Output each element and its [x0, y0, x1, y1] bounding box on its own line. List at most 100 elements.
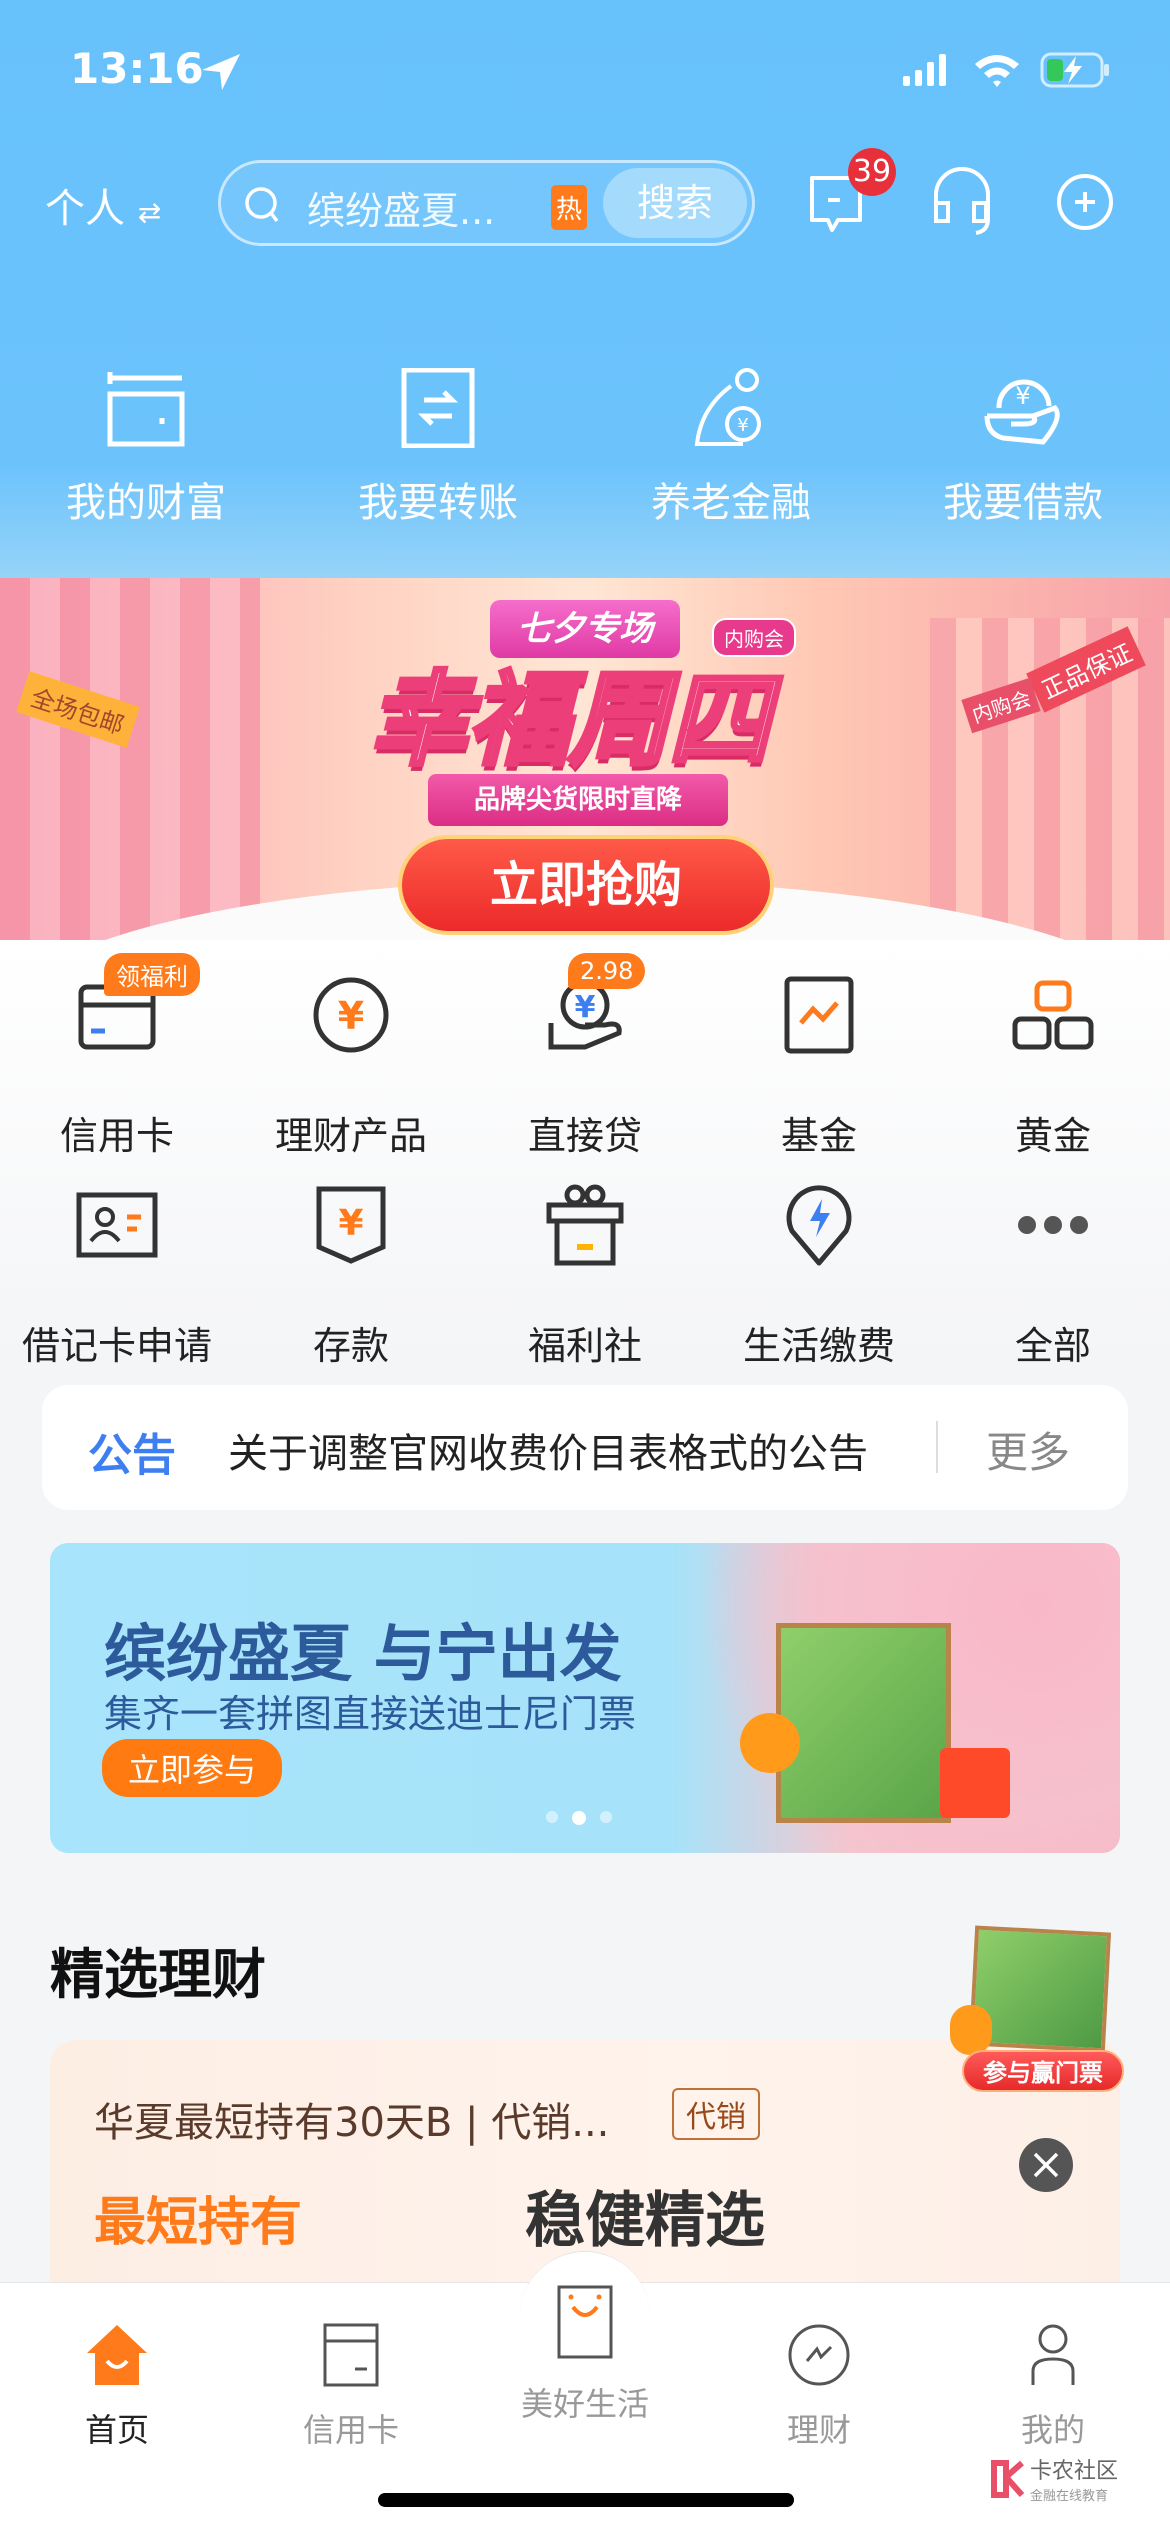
- notice-bar[interactable]: 公告 关于调整官网收费价目表格式的公告 更多: [42, 1385, 1128, 1510]
- carousel-dot-active[interactable]: [572, 1811, 586, 1825]
- hero-cta-button[interactable]: 立即抢购: [398, 835, 774, 935]
- location-arrow-icon: [202, 54, 240, 90]
- tab-good-life[interactable]: 美好生活: [468, 2285, 702, 2425]
- search-icon: [245, 187, 279, 223]
- promo-banner[interactable]: 缤纷盛夏 与宁出发 集齐一套拼图直接送迪士尼门票 立即参与: [50, 1543, 1120, 1853]
- service-label: 存款: [312, 1324, 389, 1368]
- service-gold[interactable]: 黄金: [936, 965, 1170, 1160]
- mascot-thumbnail: [950, 2005, 992, 2055]
- service-label: 生活缴费: [742, 1324, 895, 1368]
- service-deposit[interactable]: ¥ 存款: [234, 1175, 468, 1370]
- notice-label: 公告: [88, 1430, 176, 1481]
- message-count-badge: 39: [848, 148, 896, 196]
- tab-wealth[interactable]: 理财: [702, 2323, 936, 2451]
- svg-text:¥: ¥: [338, 1203, 363, 1244]
- headset-icon[interactable]: [930, 165, 994, 237]
- home-indicator: [378, 2493, 794, 2507]
- service-label: 信用卡: [59, 1114, 174, 1158]
- quick-action-wealth[interactable]: 我的财富: [0, 368, 292, 528]
- service-debit-card[interactable]: 借记卡申请: [0, 1175, 234, 1370]
- service-label: 黄金: [1014, 1114, 1091, 1158]
- tab-home[interactable]: 首页: [0, 2323, 234, 2451]
- message-button[interactable]: 39: [808, 148, 896, 244]
- service-label: 全部: [1014, 1324, 1091, 1368]
- deposit-icon: ¥: [316, 1186, 386, 1264]
- service-label: 直接贷: [527, 1114, 642, 1158]
- building-illustration: [0, 578, 260, 958]
- gold-bars-icon: [1012, 980, 1094, 1050]
- service-utilities[interactable]: 生活缴费: [702, 1175, 936, 1370]
- quick-action-label: 养老金融: [651, 480, 811, 526]
- gift-illustration: [940, 1748, 1010, 1818]
- loan-icon: ¥: [984, 379, 1060, 445]
- quick-action-label: 我的财富: [66, 480, 226, 526]
- service-all[interactable]: 全部: [936, 1175, 1170, 1370]
- floating-activity-widget[interactable]: 参与赢门票: [950, 1925, 1130, 2095]
- watermark-sub: 金融在线教育: [1030, 2489, 1109, 2504]
- account-label: 个人: [45, 186, 125, 232]
- shopping-bag-icon: [557, 2285, 613, 2359]
- carousel-dots[interactable]: [546, 1811, 612, 1825]
- hot-tag: 热: [551, 185, 588, 230]
- rate-badge: 2.98: [568, 953, 646, 989]
- promo-cta-button[interactable]: 立即参与: [102, 1739, 283, 1797]
- quick-action-label: 我要转账: [358, 480, 518, 526]
- svg-text:¥: ¥: [737, 415, 748, 436]
- service-label: 福利社: [527, 1324, 642, 1368]
- product-name: 华夏最短持有30天B | 代销...: [94, 2100, 610, 2146]
- swap-icon: ⇄: [137, 196, 162, 229]
- quick-action-transfer[interactable]: 我要转账: [292, 368, 584, 528]
- credit-card-icon: [323, 2323, 379, 2387]
- tab-mine[interactable]: 我的: [936, 2323, 1170, 2451]
- account-switch[interactable]: 个人 ⇄: [45, 176, 161, 234]
- svg-text:¥: ¥: [575, 990, 596, 1025]
- hero-title: 幸福周四: [366, 659, 772, 782]
- service-welfare[interactable]: 福利社: [468, 1175, 702, 1370]
- status-time: 13:16: [70, 44, 204, 93]
- promo-subtitle: 集齐一套拼图直接送迪士尼门票: [104, 1692, 637, 1736]
- service-credit-card[interactable]: 领福利 信用卡: [0, 953, 234, 1160]
- search-bar[interactable]: 缤纷盛夏... 热 搜索: [218, 160, 755, 246]
- tab-label: 美好生活: [520, 2385, 649, 2423]
- svg-text:¥: ¥: [1015, 382, 1030, 410]
- product-right-label: 稳健精选: [525, 2186, 765, 2256]
- search-input[interactable]: 缤纷盛夏...: [307, 180, 495, 235]
- bolt-pin-icon: [786, 1185, 852, 1266]
- more-dots-icon: [1018, 1216, 1088, 1234]
- notice-more-link[interactable]: 更多: [986, 1419, 1070, 1480]
- puzzle-illustration: [776, 1623, 951, 1823]
- tab-label: 我的: [1020, 2411, 1085, 2449]
- close-icon[interactable]: [1018, 2137, 1074, 2193]
- tab-bar: 首页 信用卡 美好生活 理财 我的 卡农社区 金融在线教育: [0, 2251, 1170, 2532]
- tab-credit-card[interactable]: 信用卡: [234, 2323, 468, 2451]
- welfare-badge: 领福利: [104, 953, 200, 996]
- quick-action-pension[interactable]: ¥ 养老金融: [585, 368, 877, 528]
- service-wealth-products[interactable]: ¥ 理财产品: [234, 965, 468, 1160]
- tab-label: 首页: [84, 2411, 149, 2449]
- quick-action-borrow[interactable]: ¥ 我要借款: [877, 368, 1169, 528]
- service-label: 理财产品: [274, 1114, 427, 1158]
- wifi-icon: [975, 55, 1019, 87]
- battery-charging-icon: [1040, 52, 1109, 88]
- promo-title: 缤纷盛夏 与宁出发: [104, 1617, 622, 1690]
- product-left-label: 最短持有: [94, 2193, 303, 2253]
- service-fund[interactable]: 基金: [702, 965, 936, 1160]
- person-icon: [1031, 2324, 1075, 2385]
- yen-coin-icon: ¥: [313, 977, 389, 1053]
- carousel-dot[interactable]: [600, 1811, 612, 1823]
- float-label: 参与赢门票: [962, 2050, 1124, 2092]
- notice-text[interactable]: 关于调整官网收费价目表格式的公告: [228, 1421, 888, 1479]
- tab-label: 信用卡: [302, 2411, 399, 2449]
- add-icon[interactable]: [1055, 172, 1115, 232]
- search-button[interactable]: 搜索: [603, 168, 747, 238]
- id-card-icon: [76, 1192, 158, 1258]
- home-icon: [87, 2325, 147, 2385]
- service-direct-loan[interactable]: ¥ 2.98 直接贷: [468, 953, 702, 1160]
- wallet-icon: [107, 372, 185, 447]
- wealth-chart-icon: [788, 2324, 850, 2386]
- carousel-dot[interactable]: [546, 1811, 558, 1823]
- featured-title: 精选理财: [50, 1943, 266, 2006]
- transfer-icon: [401, 368, 475, 448]
- gift-icon: [546, 1184, 624, 1266]
- mascot-illustration: [740, 1713, 800, 1773]
